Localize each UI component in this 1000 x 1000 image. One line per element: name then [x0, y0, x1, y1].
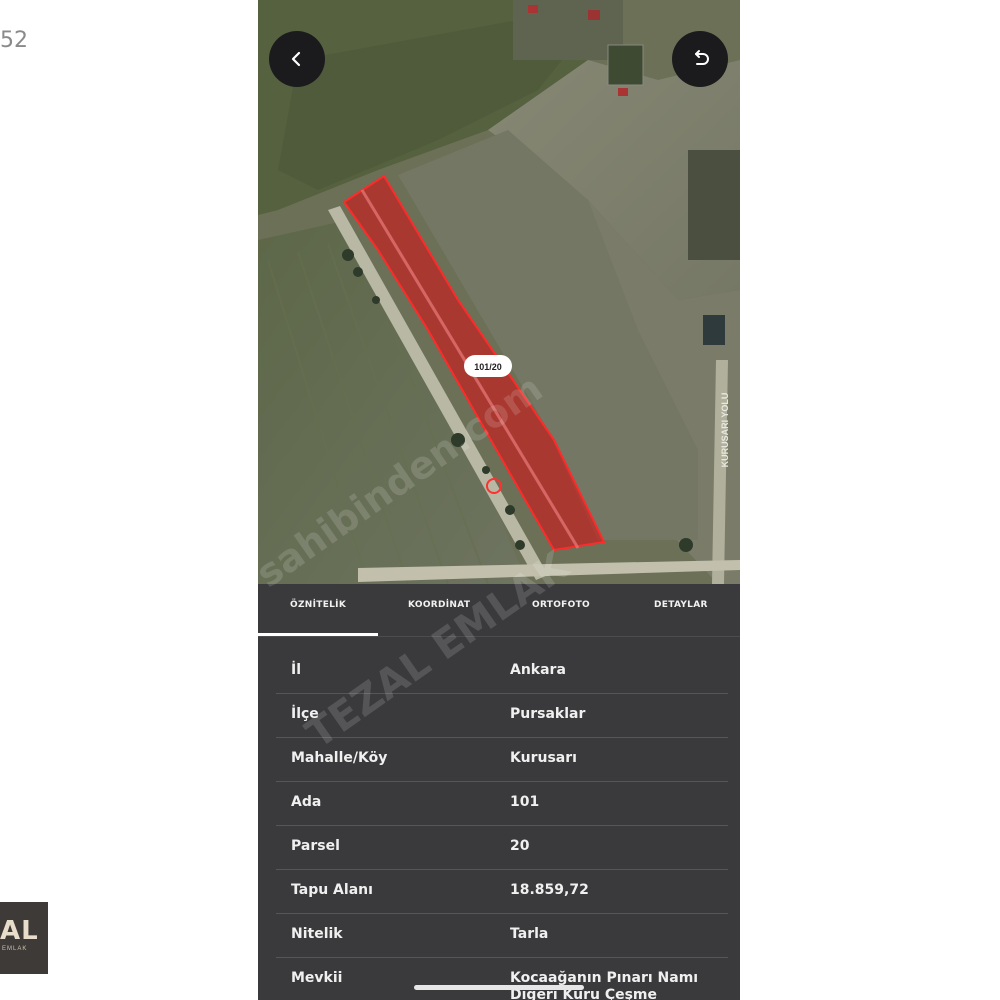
attr-key: Parsel	[291, 838, 340, 854]
tab-bar: ÖZNİTELİK KOORDİNAT ORTOFOTO DETAYLAR	[258, 584, 740, 637]
attr-row-mahalle: Mahalle/Köy Kurusarı	[276, 737, 728, 782]
plot-enclosure	[607, 44, 644, 86]
parcel-label: 101/20	[474, 362, 502, 372]
attr-row-nitelik: Nitelik Tarla	[276, 913, 728, 958]
phone-screen: 101/20 KURUSARI YOLU ÖZNİTELİK KOORDİNAT…	[258, 0, 740, 1000]
attr-key: Mahalle/Köy	[291, 750, 388, 766]
tab-oznitelik[interactable]: ÖZNİTELİK	[290, 600, 346, 610]
undo-icon	[695, 50, 709, 65]
attr-row-tapu-alani: Tapu Alanı 18.859,72	[276, 869, 728, 914]
building	[703, 315, 725, 345]
attr-value: 20	[510, 838, 530, 854]
agency-logo-subtext: EMLAK	[2, 946, 28, 952]
attr-value: Ankara	[510, 662, 566, 678]
attr-row-parsel: Parsel 20	[276, 825, 728, 870]
attr-value: 18.859,72	[510, 882, 589, 898]
agency-logo: AL EMLAK	[0, 902, 48, 974]
attr-row-ada: Ada 101	[276, 781, 728, 826]
attr-row-ilce: İlçe Pursaklar	[276, 693, 728, 738]
attr-key: İlçe	[291, 706, 319, 722]
house	[588, 10, 600, 20]
tab-divider	[258, 636, 740, 637]
chevron-left-icon	[291, 51, 301, 67]
house	[528, 5, 538, 13]
tab-koordinat[interactable]: KOORDİNAT	[408, 600, 470, 610]
attr-key: Tapu Alanı	[291, 882, 373, 898]
tab-detaylar[interactable]: DETAYLAR	[654, 600, 708, 610]
attr-value: Pursaklar	[510, 706, 586, 722]
home-indicator	[414, 985, 584, 990]
attr-value: 101	[510, 794, 540, 810]
agency-logo-text: AL	[0, 916, 39, 946]
attr-key: Nitelik	[291, 926, 343, 942]
dark-plot	[688, 150, 740, 260]
attr-value: Tarla	[510, 926, 549, 942]
attr-value: Kurusarı	[510, 750, 577, 766]
parcel-info-panel: ÖZNİTELİK KOORDİNAT ORTOFOTO DETAYLAR İl…	[258, 584, 740, 1000]
attr-row-il: İl Ankara	[276, 649, 728, 694]
tab-ortofoto[interactable]: ORTOFOTO	[532, 600, 590, 610]
road-label: KURUSARI YOLU	[720, 393, 730, 468]
reset-view-button[interactable]	[672, 31, 728, 87]
attr-key: İl	[291, 662, 302, 678]
attr-key: Mevkii	[291, 970, 343, 986]
outer-time-fragment: 52	[0, 28, 28, 53]
house	[618, 88, 628, 96]
map-canvas: 101/20 KURUSARI YOLU	[258, 0, 740, 584]
attr-row-mevkii: Mevkii Kocaağanın Pınarı Namı Diğeri Kur…	[276, 957, 728, 1000]
attr-key: Ada	[291, 794, 322, 810]
satellite-map[interactable]: 101/20 KURUSARI YOLU	[258, 0, 740, 584]
back-button[interactable]	[269, 31, 325, 87]
